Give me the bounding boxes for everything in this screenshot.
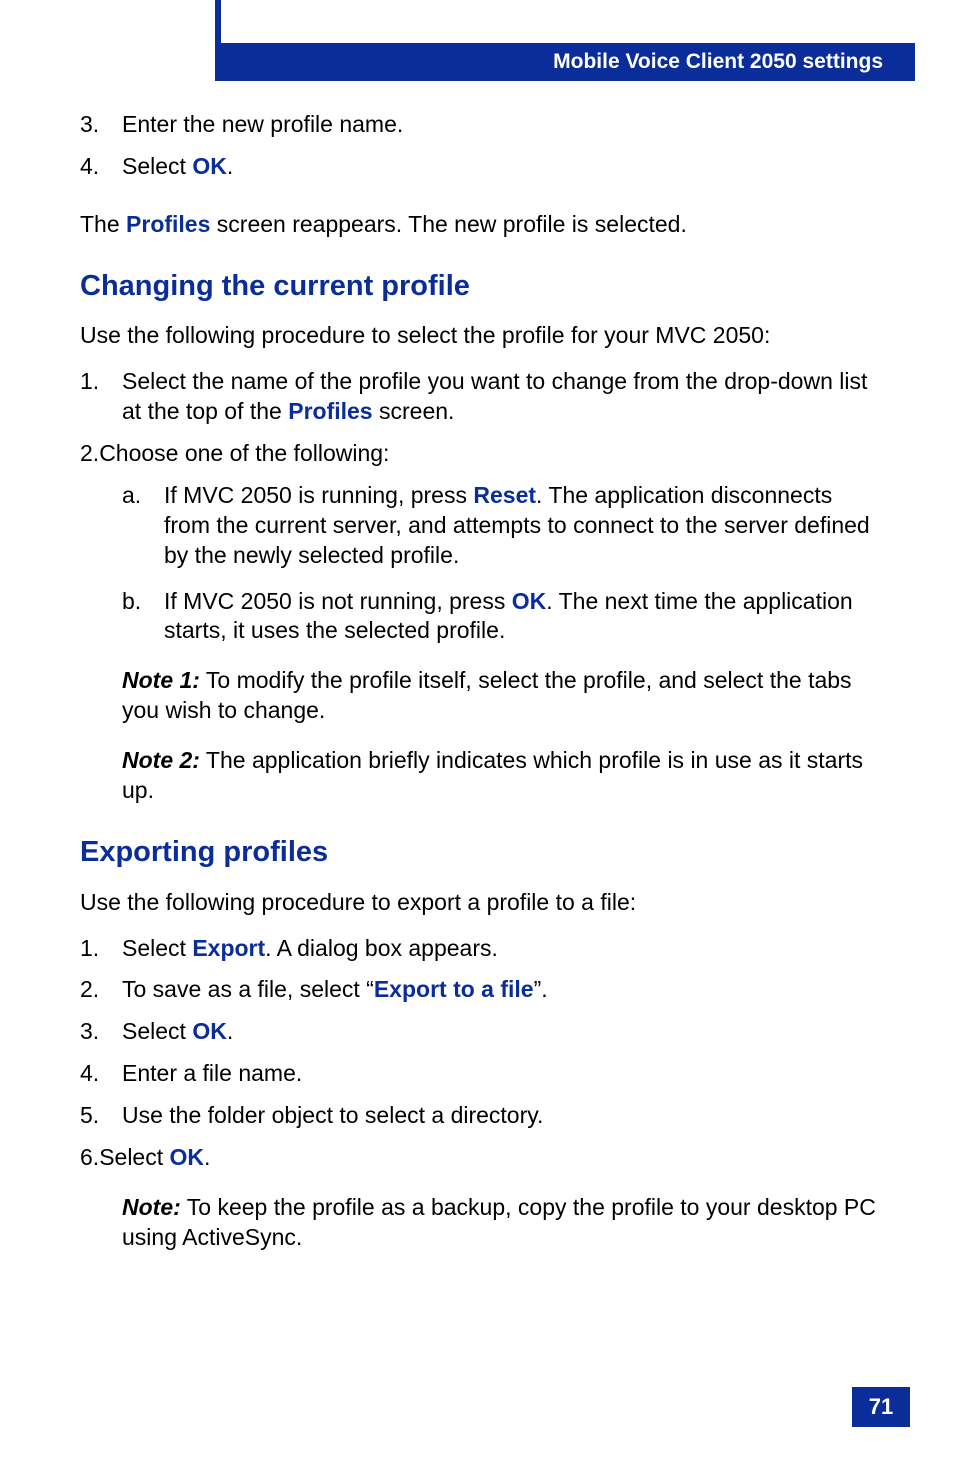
sub-list: a. If MVC 2050 is running, press Reset. …: [122, 481, 880, 646]
sub-list-letter: a.: [122, 481, 164, 571]
list-item: 1. Select the name of the profile you wa…: [80, 367, 880, 427]
note-1: Note 1: To modify the profile itself, se…: [122, 666, 880, 726]
list-text: Select OK.: [122, 1017, 233, 1047]
sub-list-letter: b.: [122, 587, 164, 647]
sub-list-item: b. If MVC 2050 is not running, press OK.…: [122, 587, 880, 647]
note-2: Note 2: The application briefly indicate…: [122, 746, 880, 806]
ui-term-ok: OK: [192, 1018, 227, 1044]
note-label: Note 2:: [122, 747, 200, 773]
list-item: 2. Choose one of the following: a. If MV…: [80, 439, 880, 806]
list-text: Select the name of the profile you want …: [122, 367, 880, 427]
ui-term-ok: OK: [192, 153, 227, 179]
list-text: Select OK.: [99, 1143, 210, 1173]
page: Mobile Voice Client 2050 settings 3. Ent…: [0, 0, 954, 1475]
header-title: Mobile Voice Client 2050 settings: [553, 50, 883, 74]
sub-list-text: If MVC 2050 is running, press Reset. The…: [164, 481, 880, 571]
ui-term-export: Export: [192, 935, 265, 961]
list-number: 2.: [80, 439, 99, 469]
list-number: 1.: [80, 367, 122, 427]
list-text: Enter a file name.: [122, 1059, 302, 1089]
list-text: Select OK.: [122, 152, 233, 182]
list-text: Enter the new profile name.: [122, 110, 403, 140]
list-item: 6. Select OK. Note: To keep the profile …: [80, 1143, 880, 1253]
list-item: 4. Select OK.: [80, 152, 880, 182]
content-area: 3. Enter the new profile name. 4. Select…: [80, 110, 880, 1265]
note-label: Note 1:: [122, 667, 200, 693]
note-text: To keep the profile as a backup, copy th…: [122, 1194, 876, 1250]
list-number: 3.: [80, 110, 122, 140]
note: Note: To keep the profile as a backup, c…: [122, 1193, 880, 1253]
header-bar: Mobile Voice Client 2050 settings: [215, 43, 915, 81]
ui-term-ok: OK: [170, 1144, 205, 1170]
paragraph: The Profiles screen reappears. The new p…: [80, 210, 880, 240]
list-number: 6.: [80, 1143, 99, 1173]
list-item: 1. Select Export. A dialog box appears.: [80, 934, 880, 964]
list-text: Choose one of the following:: [99, 439, 389, 469]
note-label: Note:: [122, 1194, 181, 1220]
ui-term-reset: Reset: [473, 482, 536, 508]
note-text: The application briefly indicates which …: [122, 747, 863, 803]
list-item: 2. To save as a file, select “Export to …: [80, 975, 880, 1005]
list-number: 4.: [80, 152, 122, 182]
sub-list-text: If MVC 2050 is not running, press OK. Th…: [164, 587, 880, 647]
section-heading-changing: Changing the current profile: [80, 268, 880, 306]
note-text: To modify the profile itself, select the…: [122, 667, 852, 723]
list-text: Select Export. A dialog box appears.: [122, 934, 498, 964]
sub-list-item: a. If MVC 2050 is running, press Reset. …: [122, 481, 880, 571]
procedure-list-changing: 1. Select the name of the profile you wa…: [80, 367, 880, 806]
section-intro: Use the following procedure to select th…: [80, 321, 880, 351]
section-intro: Use the following procedure to export a …: [80, 888, 880, 918]
list-item: 3. Enter the new profile name.: [80, 110, 880, 140]
ui-term-export-to-file: Export to a file: [374, 976, 534, 1002]
list-text: Use the folder object to select a direct…: [122, 1101, 543, 1131]
list-number: 3.: [80, 1017, 122, 1047]
list-number: 4.: [80, 1059, 122, 1089]
list-number: 1.: [80, 934, 122, 964]
section-heading-exporting: Exporting profiles: [80, 834, 880, 872]
list-item: 5. Use the folder object to select a dir…: [80, 1101, 880, 1131]
list-number: 2.: [80, 975, 122, 1005]
list-item: 4. Enter a file name.: [80, 1059, 880, 1089]
ui-term-ok: OK: [512, 588, 547, 614]
procedure-list-exporting: 1. Select Export. A dialog box appears. …: [80, 934, 880, 1253]
list-number: 5.: [80, 1101, 122, 1131]
ui-term-profiles: Profiles: [126, 211, 210, 237]
ui-term-profiles: Profiles: [288, 398, 372, 424]
page-number: 71: [852, 1387, 910, 1427]
list-item: 3. Select OK.: [80, 1017, 880, 1047]
list-text: To save as a file, select “Export to a f…: [122, 975, 548, 1005]
continuation-list: 3. Enter the new profile name. 4. Select…: [80, 110, 880, 182]
